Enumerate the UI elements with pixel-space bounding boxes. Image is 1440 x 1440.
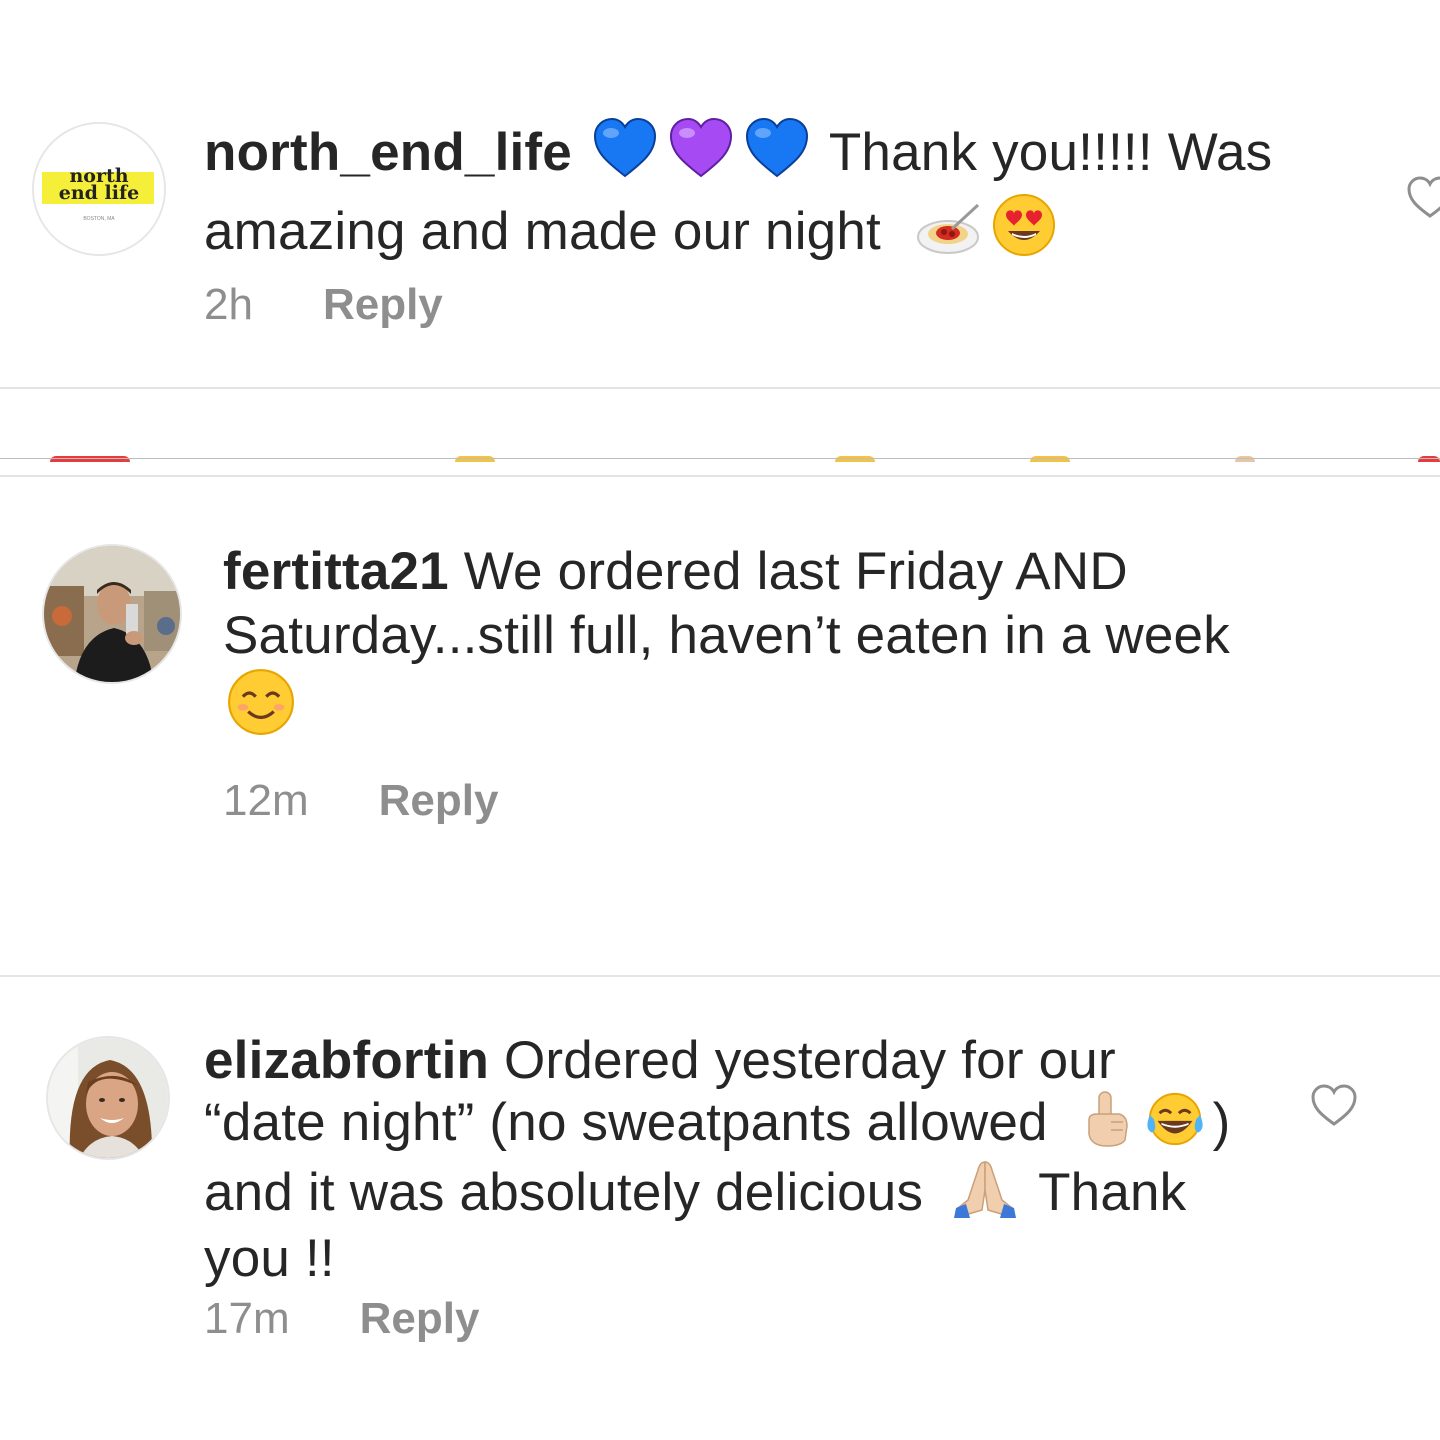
comment-body: )	[1212, 1093, 1231, 1152]
divider	[0, 387, 1440, 389]
tears-of-joy-emoji-icon	[1143, 1090, 1207, 1160]
logo-text: north end life	[58, 165, 140, 204]
comment-meta: 12m Reply	[223, 776, 498, 826]
comment-body: you !!	[204, 1229, 335, 1288]
comment-meta: 2h Reply	[204, 280, 443, 330]
comment-line-3	[223, 668, 1403, 751]
comment-line-2: amazing and made our night	[204, 193, 1354, 272]
reply-button[interactable]: Reply	[379, 776, 499, 826]
avatar[interactable]	[42, 544, 182, 684]
smiling-face-emoji-icon	[227, 668, 295, 751]
reply-button[interactable]: Reply	[323, 280, 443, 330]
reply-button[interactable]: Reply	[360, 1294, 480, 1344]
blue-heart-emoji-icon	[593, 117, 657, 193]
comment-line-2: “date night” (no sweatpants allowed )	[204, 1090, 1284, 1160]
heart-outline-icon[interactable]	[1406, 176, 1440, 225]
comment-body: Saturday...still full, haven’t eaten in …	[223, 606, 1230, 665]
spaghetti-emoji-icon	[916, 201, 980, 272]
comment-body: Thank	[1024, 1163, 1187, 1222]
folded-hands-emoji-icon	[952, 1160, 1018, 1230]
comment-text: fertitta21 We ordered last Friday AND Sa…	[223, 540, 1403, 751]
comment-line-3: and it was absolutely delicious Thank	[204, 1160, 1284, 1230]
comment-fertitta21: fertitta21 We ordered last Friday AND Sa…	[0, 476, 1440, 976]
username[interactable]: north_end_life	[204, 123, 572, 182]
logo-subtext: BOSTON, MA	[83, 216, 115, 222]
divider	[0, 458, 1440, 459]
comment-timestamp: 12m	[223, 776, 309, 825]
comment-body: We ordered last Friday AND	[448, 542, 1128, 601]
comments-screen: north end life BOSTON, MA north_end_life…	[0, 0, 1440, 1440]
comment-line-1: fertitta21 We ordered last Friday AND	[223, 540, 1403, 604]
avatar[interactable]: north end life BOSTON, MA	[32, 122, 166, 256]
comment-timestamp: 2h	[204, 280, 253, 329]
index-pointing-up-emoji-icon	[1081, 1090, 1131, 1160]
comment-timestamp: 17m	[204, 1294, 290, 1343]
username[interactable]: elizabfortin	[204, 1031, 489, 1090]
purple-heart-emoji-icon	[669, 117, 733, 193]
heart-eyes-emoji-icon	[992, 193, 1056, 272]
comment-line-1: north_end_life Thank you!!!!! Was	[204, 117, 1354, 193]
comment-line-1: elizabfortin Ordered yesterday for our	[204, 1032, 1284, 1090]
avatar[interactable]	[46, 1036, 170, 1160]
comment-text: north_end_life Thank you!!!!! Was amazin…	[204, 117, 1354, 272]
comment-body: Ordered yesterday for our	[489, 1031, 1116, 1090]
comment-line-2: Saturday...still full, haven’t eaten in …	[223, 604, 1403, 668]
comment-body: and it was absolutely delicious	[204, 1163, 924, 1222]
comment-body: amazing and made our night	[204, 202, 881, 261]
profile-photo	[48, 1038, 168, 1158]
comment-north-end-life: north end life BOSTON, MA north_end_life…	[0, 0, 1440, 390]
comment-line-4: you !!	[204, 1230, 1284, 1288]
comment-elizabfortin: elizabfortin Ordered yesterday for our “…	[0, 976, 1440, 1440]
heart-outline-icon[interactable]	[1310, 1084, 1358, 1133]
comment-meta: 17m Reply	[204, 1294, 479, 1344]
username[interactable]: fertitta21	[223, 542, 449, 601]
north-end-life-logo: north end life BOSTON, MA	[34, 124, 164, 254]
comment-body: Thank you!!!!! Was	[814, 123, 1273, 182]
comment-text: elizabfortin Ordered yesterday for our “…	[204, 1032, 1284, 1288]
comment-body: “date night” (no sweatpants allowed	[204, 1093, 1048, 1152]
blue-heart-emoji-icon	[745, 117, 809, 193]
profile-photo	[44, 546, 180, 682]
